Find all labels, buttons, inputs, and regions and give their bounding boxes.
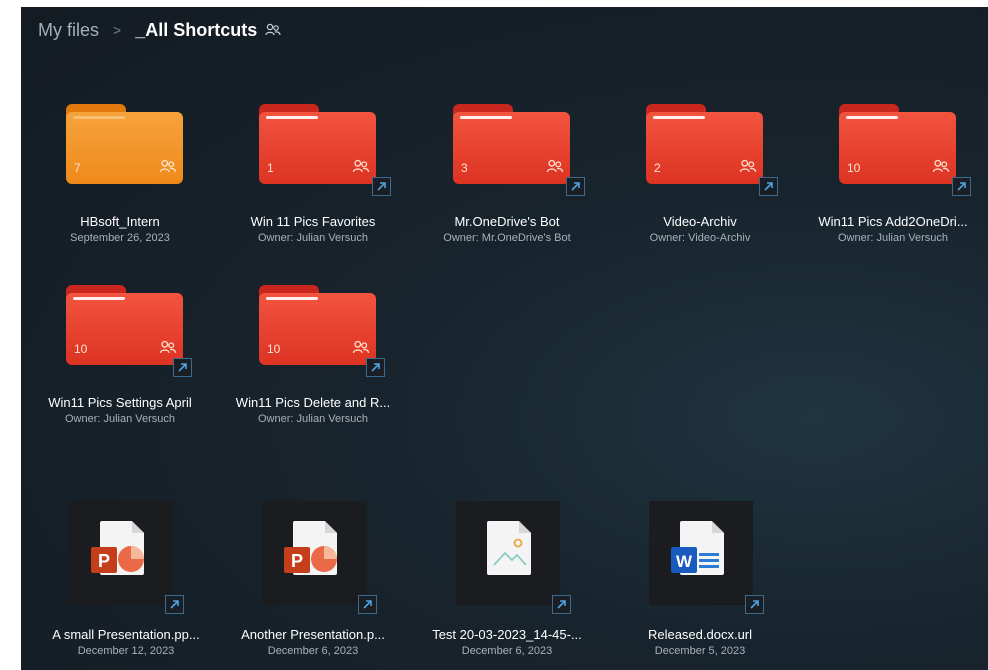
word-icon: W [671,547,719,573]
powerpoint-icon: P [91,546,144,573]
file-name: Released.docx.url [647,627,753,642]
shortcut-arrow-icon [566,177,585,196]
folder-name: Win11 Pics Delete and R... [235,395,391,410]
folder-item-count: 10 [267,342,281,356]
shared-people-icon [265,23,281,37]
folder-item-count: 3 [461,161,468,175]
folder-item-win11-pics-settings-april[interactable]: 10 Win11 Pics Settings April Owner: Juli… [25,285,215,435]
shortcut-arrow-icon [952,177,971,196]
shortcut-arrow-icon [759,177,778,196]
folder-item-video-archiv[interactable]: 2 Video-Archiv Owner: Video-Archiv [605,104,795,254]
folder-name: HBsoft_Intern [80,214,160,229]
folder-item-count: 2 [654,161,661,175]
svg-text:P: P [291,551,303,571]
folder-name: Video-Archiv [663,214,737,229]
file-item-released-docx[interactable]: W Released.docx.url December 5, 2023 [605,501,795,661]
file-thumbnail: P [262,501,366,605]
shortcut-arrow-icon [372,177,391,196]
shortcut-arrow-icon [366,358,385,377]
file-date: December 12, 2023 [77,645,175,657]
folder-icon: 1 [256,104,378,184]
folder-owner: Owner: Julian Versuch [257,232,369,244]
folder-icon: 10 [63,285,185,365]
breadcrumb-current-folder[interactable]: _All Shortcuts [135,20,257,41]
shortcut-arrow-icon [173,358,192,377]
shortcut-arrow-icon [358,595,377,614]
file-item-another-presentation[interactable]: P Another Presentation.p... December 6, … [218,501,408,661]
file-name: Test 20-03-2023_14-45-... [432,627,582,642]
folder-item-count: 10 [847,161,861,175]
shared-people-icon [739,159,757,179]
shared-people-icon [932,159,950,179]
folder-item-count: 1 [267,161,274,175]
shared-people-icon [546,159,564,179]
folder-item-mr-onedrive-bot[interactable]: 3 Mr.OneDrive's Bot Owner: Mr.OneDrive's… [412,104,602,254]
powerpoint-icon: P [284,546,337,573]
folder-icon: 7 [63,104,185,184]
shared-people-icon [159,159,177,179]
folder-owner: Owner: Julian Versuch [257,413,369,425]
shortcut-arrow-icon [745,595,764,614]
file-item-a-small-presentation[interactable]: P A small Presentation.pp... December 12… [31,501,221,661]
file-explorer-window: My files > _All Shortcuts 7 HBsoft_Inter… [21,7,988,670]
folder-name: Win11 Pics Add2OneDri... [818,214,968,229]
shortcut-arrow-icon [552,595,571,614]
folder-icon: 3 [450,104,572,184]
folder-owner: Owner: Mr.OneDrive's Bot [443,232,571,244]
file-name: Another Presentation.p... [241,627,385,642]
file-thumbnail [456,501,560,605]
breadcrumb-my-files[interactable]: My files [38,20,99,41]
folder-icon: 2 [643,104,765,184]
folder-item-count: 10 [74,342,88,356]
folder-name: Win11 Pics Settings April [48,395,192,410]
file-date: December 5, 2023 [654,645,746,657]
file-item-test-image[interactable]: Test 20-03-2023_14-45-... December 6, 20… [412,501,602,661]
file-thumbnail: P [69,501,173,605]
breadcrumb-separator: > [113,22,122,38]
shared-people-icon [352,340,370,360]
folder-icon: 10 [836,104,958,184]
folder-owner: Owner: Julian Versuch [837,232,949,244]
svg-text:W: W [676,552,693,571]
folder-item-count: 7 [74,161,81,175]
image-icon [493,538,527,566]
folder-owner: Owner: Julian Versuch [64,413,176,425]
folder-name: Mr.OneDrive's Bot [454,214,560,229]
file-name: A small Presentation.pp... [52,627,200,642]
folder-item-win11-pics-delete[interactable]: 10 Win11 Pics Delete and R... Owner: Jul… [218,285,408,435]
folder-owner: Owner: Video-Archiv [649,232,751,244]
shortcut-arrow-icon [165,595,184,614]
shared-people-icon [159,340,177,360]
file-thumbnail: W [649,501,753,605]
folder-item-win11-pics-favorites[interactable]: 1 Win 11 Pics Favorites Owner: Julian Ve… [218,104,408,254]
file-date: December 6, 2023 [461,645,553,657]
shared-people-icon [352,159,370,179]
file-date: December 6, 2023 [267,645,359,657]
folder-item-hbsoft-intern[interactable]: 7 HBsoft_Intern September 26, 2023 [25,104,215,254]
folder-name: Win 11 Pics Favorites [250,214,376,229]
folder-icon: 10 [256,285,378,365]
breadcrumb: My files > _All Shortcuts [38,19,281,41]
svg-text:P: P [98,551,110,571]
folder-item-win11-pics-add2onedrive[interactable]: 10 Win11 Pics Add2OneDri... Owner: Julia… [798,104,988,254]
folder-date: September 26, 2023 [70,232,170,244]
